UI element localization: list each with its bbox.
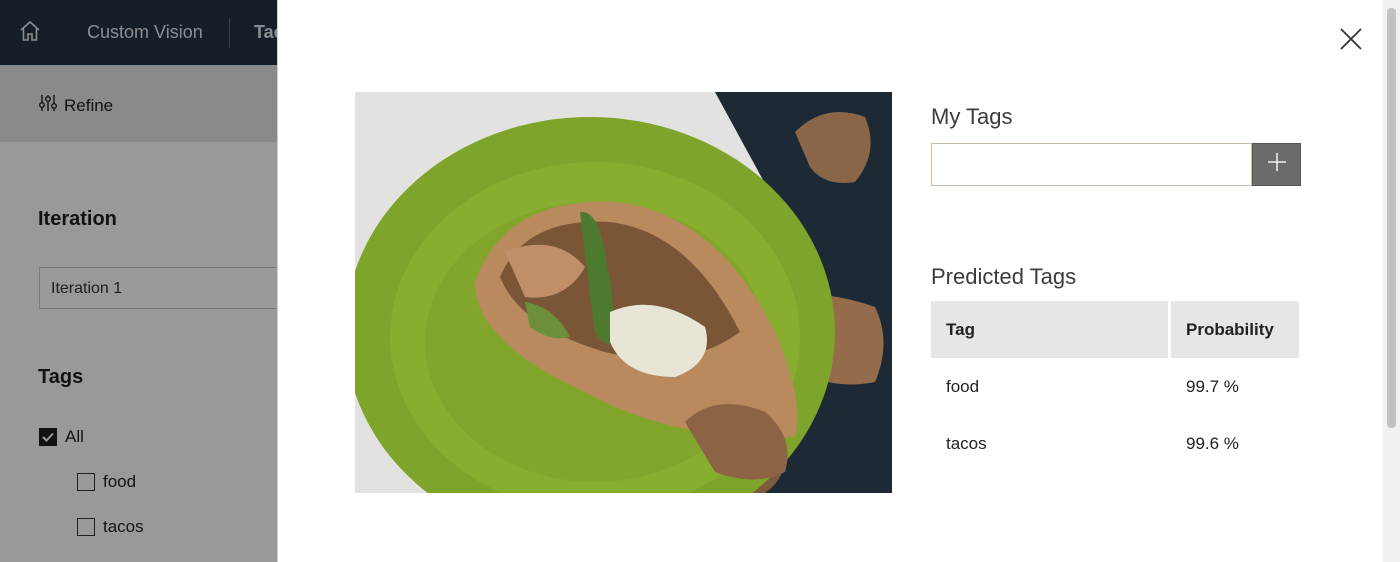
table-row: tacos 99.6 % bbox=[931, 415, 1299, 472]
table-row: food 99.7 % bbox=[931, 358, 1299, 415]
close-button[interactable] bbox=[1338, 27, 1364, 56]
probability-cell: 99.6 % bbox=[1186, 433, 1239, 453]
table-header-row: Tag Probability bbox=[931, 301, 1299, 358]
predicted-tags-title: Predicted Tags bbox=[931, 264, 1077, 289]
tag-cell: tacos bbox=[946, 433, 987, 453]
predicted-tags-table: Tag Probability food 99.7 % tacos 99.6 % bbox=[931, 301, 1299, 472]
scrollbar-thumb[interactable] bbox=[1387, 8, 1396, 428]
probability-cell: 99.7 % bbox=[1186, 376, 1239, 396]
taco-photo bbox=[355, 92, 892, 493]
column-header-probability: Probability bbox=[1171, 301, 1299, 358]
image-preview bbox=[355, 92, 892, 493]
column-header-tag: Tag bbox=[931, 301, 1171, 358]
add-tag-input[interactable] bbox=[931, 143, 1252, 186]
close-icon bbox=[1339, 27, 1363, 56]
plus-icon bbox=[1267, 152, 1287, 177]
image-detail-dialog: My Tags Predicted Tags Tag Probability f… bbox=[277, 0, 1383, 562]
vertical-scrollbar[interactable] bbox=[1383, 0, 1400, 562]
app-root: Custom Vision Tacos Refine Iteration Ite… bbox=[0, 0, 1400, 562]
my-tags-title: My Tags bbox=[931, 104, 1013, 129]
add-tag-button[interactable] bbox=[1252, 143, 1301, 186]
tag-cell: food bbox=[946, 376, 980, 396]
